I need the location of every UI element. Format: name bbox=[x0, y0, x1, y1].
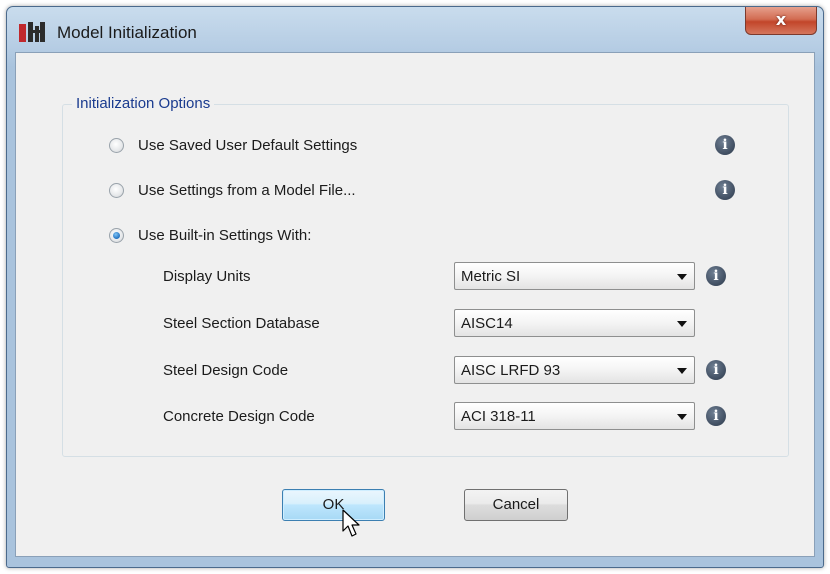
steel-design-code-label: Steel Design Code bbox=[163, 362, 289, 379]
radio-option-saved-defaults[interactable]: Use Saved User Default Settings bbox=[109, 134, 357, 156]
radio-option-model-file[interactable]: Use Settings from a Model File... bbox=[109, 179, 356, 201]
initialization-options-group: Initialization Options Use Saved User De… bbox=[62, 95, 789, 457]
close-button[interactable]: x bbox=[745, 7, 817, 35]
radio-label: Use Built-in Settings With: bbox=[138, 226, 312, 244]
display-units-label: Display Units bbox=[163, 268, 251, 285]
steel-design-code-dropdown[interactable]: AISC LRFD 93 bbox=[454, 356, 695, 384]
info-icon[interactable]: i bbox=[706, 266, 726, 286]
info-icon[interactable]: i bbox=[706, 360, 726, 380]
chevron-down-icon bbox=[677, 274, 687, 280]
model-initialization-dialog: Model Initialization x Initialization Op… bbox=[6, 6, 824, 568]
ok-button[interactable]: OK bbox=[282, 489, 385, 521]
info-icon[interactable]: i bbox=[715, 180, 735, 200]
display-units-dropdown[interactable]: Metric SI bbox=[454, 262, 695, 290]
dropdown-value: AISC LRFD 93 bbox=[461, 362, 561, 379]
dialog-body: Initialization Options Use Saved User De… bbox=[15, 52, 815, 557]
etabs-app-icon bbox=[19, 22, 45, 42]
radio-label: Use Saved User Default Settings bbox=[138, 136, 358, 154]
dropdown-value: ACI 318-11 bbox=[461, 408, 536, 425]
chevron-down-icon bbox=[677, 414, 687, 420]
dropdown-value: AISC14 bbox=[461, 315, 513, 332]
radio-button[interactable] bbox=[109, 137, 124, 153]
info-icon[interactable]: i bbox=[715, 135, 735, 155]
radio-button-selected[interactable] bbox=[109, 227, 124, 243]
radio-label: Use Settings from a Model File... bbox=[138, 181, 356, 199]
mouse-pointer-icon bbox=[342, 509, 360, 537]
dropdown-value: Metric SI bbox=[461, 268, 521, 285]
cancel-button[interactable]: Cancel bbox=[464, 489, 568, 521]
chevron-down-icon bbox=[677, 321, 687, 327]
chevron-down-icon bbox=[677, 368, 687, 374]
radio-option-built-in[interactable]: Use Built-in Settings With: bbox=[109, 224, 311, 246]
steel-section-database-dropdown[interactable]: AISC14 bbox=[454, 309, 695, 337]
title-bar[interactable]: Model Initialization x bbox=[7, 7, 823, 51]
group-label: Initialization Options bbox=[72, 95, 215, 112]
steel-section-database-label: Steel Section Database bbox=[163, 315, 320, 332]
concrete-design-code-label: Concrete Design Code bbox=[163, 408, 315, 425]
window-title: Model Initialization bbox=[57, 23, 197, 42]
radio-button[interactable] bbox=[109, 182, 124, 198]
info-icon[interactable]: i bbox=[706, 406, 726, 426]
concrete-design-code-dropdown[interactable]: ACI 318-11 bbox=[454, 402, 695, 430]
